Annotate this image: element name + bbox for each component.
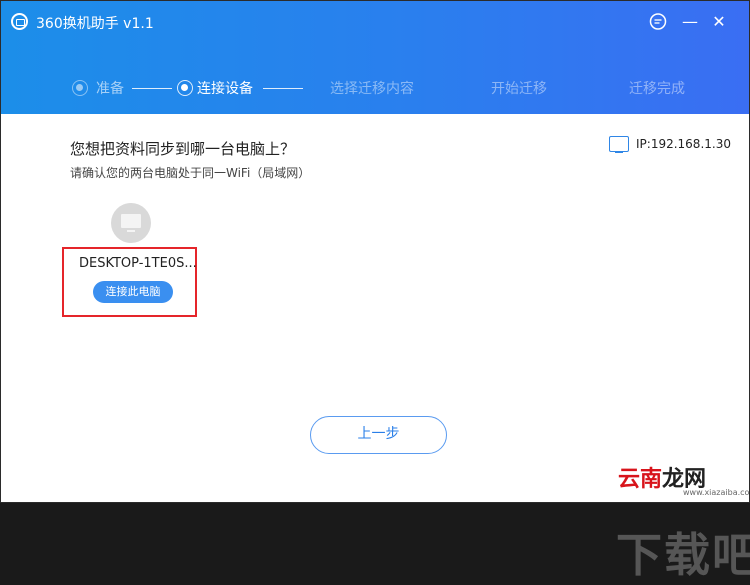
app-title: 360换机助手 v1.1 bbox=[36, 16, 154, 32]
monitor-screen bbox=[121, 214, 141, 228]
step-done-icon bbox=[72, 80, 88, 96]
step-migration-complete: 迁移完成 bbox=[629, 81, 685, 97]
watermark-logo: 下载吧 bbox=[616, 528, 750, 582]
device-name: DESKTOP-1TE0S... bbox=[79, 256, 197, 271]
title-bar[interactable]: 360换机助手 v1.1 — ✕ bbox=[1, 1, 749, 43]
previous-step-button[interactable]: 上一步 bbox=[310, 416, 447, 454]
network-hint: 请确认您的两台电脑处于同一WiFi（局域网） bbox=[70, 166, 311, 180]
step-connect-device: 连接设备 bbox=[197, 81, 253, 97]
watermark-url: www.xiazaiba.com bbox=[683, 488, 750, 497]
page-title: 您想把资料同步到哪一台电脑上？ bbox=[70, 140, 296, 158]
network-monitor-icon bbox=[609, 136, 629, 153]
step-prepare: 准备 bbox=[96, 81, 124, 97]
progress-steps: 准备 连接设备 选择迁移内容 开始迁移 迁移完成 bbox=[1, 71, 749, 107]
feedback-icon[interactable] bbox=[648, 12, 668, 32]
main-content: 您想把资料同步到哪一台电脑上？ 请确认您的两台电脑处于同一WiFi（局域网） I… bbox=[1, 114, 750, 582]
header: 360换机助手 v1.1 — ✕ 准备 连接设备 选择迁移内容 开始迁移 迁移完… bbox=[1, 1, 749, 114]
connect-this-pc-button[interactable]: 连接此电脑 bbox=[93, 281, 173, 303]
app-logo-icon bbox=[11, 13, 28, 30]
step-active-icon bbox=[177, 80, 193, 96]
ip-address: IP:192.168.1.30 bbox=[636, 137, 731, 151]
app-window: 360换机助手 v1.1 — ✕ 准备 连接设备 选择迁移内容 开始迁移 迁移完… bbox=[0, 0, 750, 582]
close-icon[interactable]: ✕ bbox=[709, 12, 729, 32]
step-connector bbox=[263, 88, 303, 89]
computer-icon bbox=[111, 203, 151, 243]
minimize-icon[interactable]: — bbox=[680, 12, 700, 32]
step-start-migration: 开始迁移 bbox=[491, 81, 547, 97]
monitor-stand bbox=[127, 230, 135, 232]
step-select-content: 选择迁移内容 bbox=[330, 81, 414, 97]
step-connector bbox=[132, 88, 172, 89]
site-watermark-red: 云南 bbox=[618, 467, 663, 492]
